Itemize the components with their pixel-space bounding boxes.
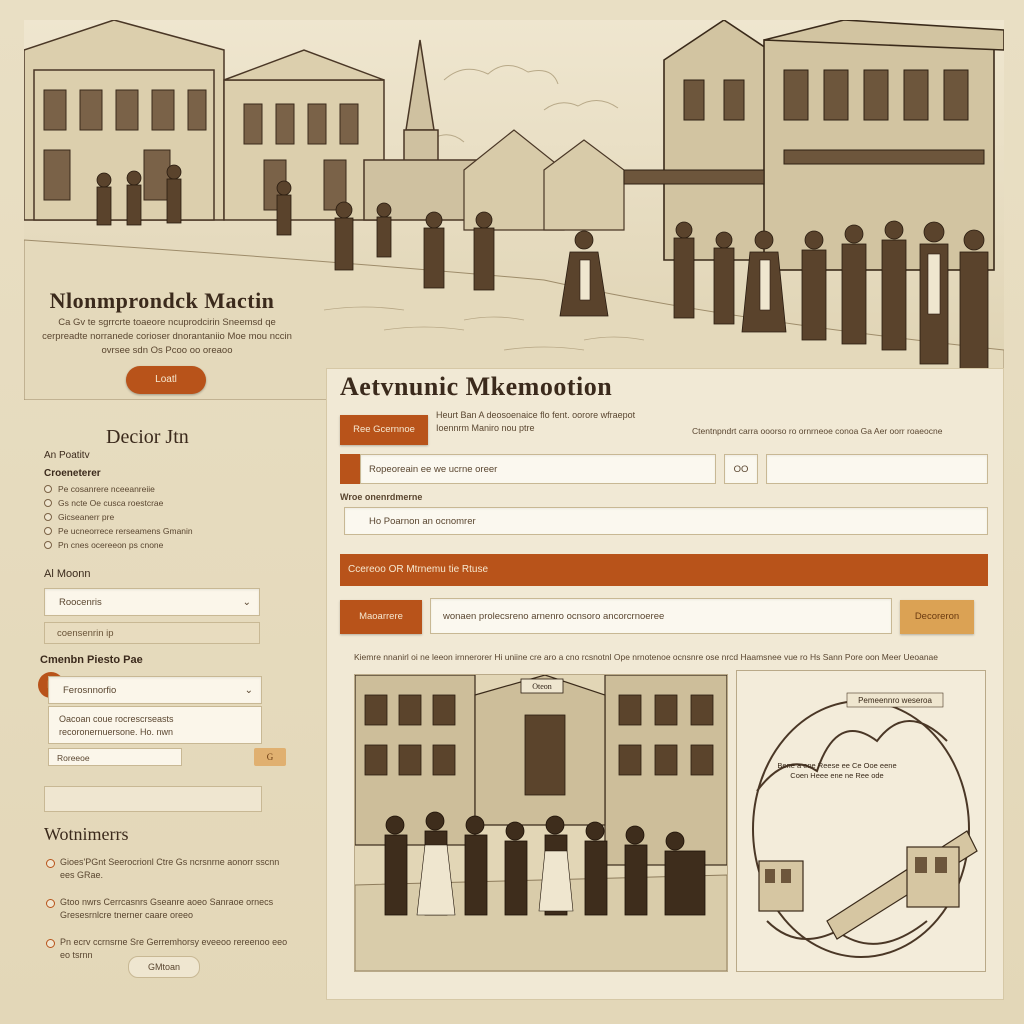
radio-option[interactable]: Pe ucneorrece rerseamens Gmanin (44, 524, 294, 538)
brand-title: Nlonmprondck Mactin (49, 288, 275, 313)
toggle-button[interactable]: OO (724, 454, 758, 484)
section-title-decior: Decior Jtn (106, 426, 189, 448)
mini-action-button[interactable]: G (254, 748, 286, 766)
section-bar[interactable]: Ccereoo OR Mtrnemu tie Rtuse (340, 554, 988, 586)
label-cmenbn: Cmenbn Piesto Pae (40, 654, 143, 666)
radio-list: Pe cosanrere nceeanreiie Gs ncte Oe cusc… (44, 482, 294, 552)
primary-button[interactable]: Ree Gcernnoe (340, 415, 428, 445)
mini-input[interactable]: Roreeoe (48, 748, 182, 766)
street-scene-image: Oteon (355, 675, 727, 971)
select-dropdown-2[interactable]: Ferosnnorfio ⌄ (48, 676, 262, 704)
list-item: Gioes'PGnt Seerocrionl Ctre Gs ncrsnrne … (44, 856, 294, 882)
long-input[interactable]: wonaen prolecsreno arnenro ocnsoro ancor… (430, 598, 892, 634)
section-title-wotnimerrs: Wotnimerrs (44, 824, 129, 844)
cta-button[interactable]: Loatl (126, 366, 206, 394)
page-background: Nlonmprondck Mactin Ca Gv te sgrrcrte to… (0, 0, 1024, 1024)
ornate-body-text: Bene a ene Reese ee Ce Ooe eene Coen Hee… (777, 761, 897, 780)
search-input[interactable]: Ropeoreain ee we ucrne oreer (360, 454, 716, 484)
ornate-illustration: Pemeennro weseroa Bene a ene Reese ee Ce… (736, 670, 986, 972)
label-al-moonn: Al Moonn (44, 568, 91, 580)
radio-dot-icon (44, 499, 52, 507)
radio-dot-icon (44, 527, 52, 535)
sidebar: Nlonmprondck Mactin Ca Gv te sgrrcrte to… (24, 280, 300, 1000)
more-button[interactable]: GMtoan (128, 956, 200, 978)
chevron-down-icon: ⌄ (244, 685, 253, 696)
action-button[interactable]: Maoarrere (340, 600, 422, 634)
chevron-down-icon: ⌄ (242, 597, 251, 608)
brand-subtitle: Ca Gv te sgrrcrte toaeore ncuprodcirin S… (42, 317, 292, 356)
mini-input-row: Roreeoe G (48, 748, 286, 766)
submit-button[interactable]: Decoreron (900, 600, 974, 634)
radio-option[interactable]: Pe cosanrere nceeanreiie (44, 482, 294, 496)
wide-input[interactable]: Ho Poarnon an ocnomrer (344, 507, 988, 535)
caption: Kiemre nnanirl oi ne leeon irnnerorer Hi… (354, 652, 938, 662)
list-item: Gtoo nwrs Cerrcasnrs Gseanre aoeo Sanrao… (44, 896, 294, 922)
input-marker-icon (340, 454, 360, 484)
select-dropdown-1[interactable]: Roocenris ⌄ (44, 588, 260, 616)
secondary-input[interactable] (766, 454, 988, 484)
radio-dot-icon (44, 513, 52, 521)
field-label: Wroe onenrdmerne (340, 492, 423, 502)
radio-option[interactable]: Gs ncte Oe cusca roestcrae (44, 496, 294, 510)
radio-option[interactable]: Pn cnes ocereeon ps cnone (44, 538, 294, 552)
description-line-2: Ioennrm Maniro nou ptre (436, 423, 535, 433)
street-illustration: Oteon (354, 674, 728, 972)
label-an-poatitv: An Poatitv (44, 450, 90, 461)
description-line-1: Heurt Ban A deosoenaice flo fent. oorore… (436, 410, 636, 420)
ornate-title-text: Pemeennro weseroa (858, 696, 932, 705)
radio-option[interactable]: Gicseanerr pre (44, 510, 294, 524)
radio-dot-icon (44, 485, 52, 493)
street-sign-text: Oteon (532, 682, 552, 691)
description-right: Ctentnpndrt carra ooorso ro ornrneoe con… (692, 426, 943, 436)
radio-dot-icon (44, 541, 52, 549)
textarea[interactable]: Oacoan coue rocrescrseasts recoronernuer… (48, 706, 262, 744)
label-croeneterer: Croeneterer (44, 468, 101, 479)
main-title: Aetvnunic Mkemootion (340, 372, 613, 401)
empty-input[interactable] (44, 786, 262, 812)
ornate-frame-image: Pemeennro weseroa Bene a ene Reese ee Ce… (737, 671, 985, 971)
text-field-1[interactable]: coensenrin ip (44, 622, 260, 644)
